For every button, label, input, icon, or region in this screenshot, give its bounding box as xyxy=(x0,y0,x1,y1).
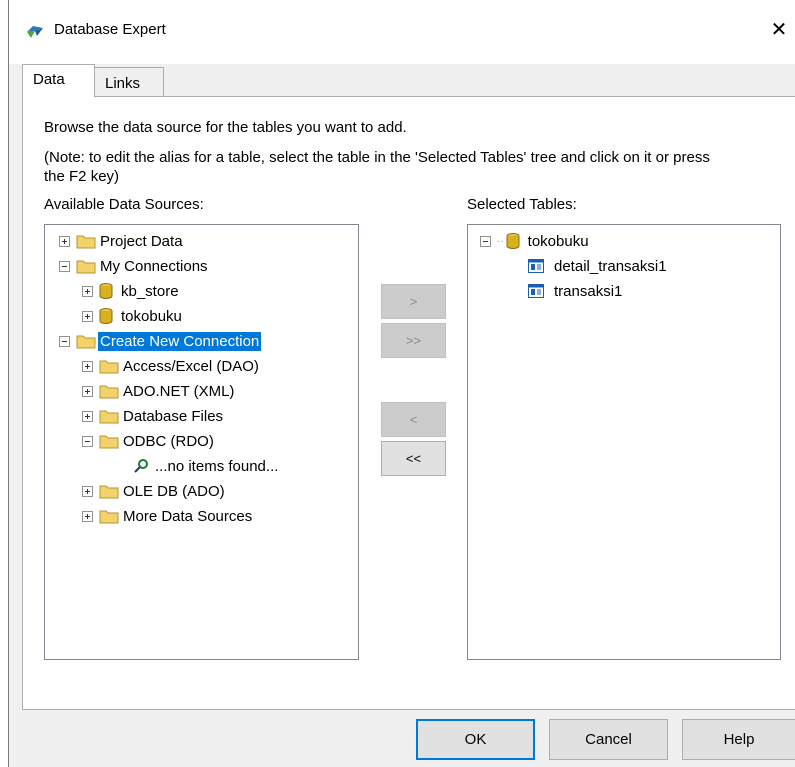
tree-item-label: My Connections xyxy=(100,257,208,275)
note-text-line2: the F2 key) xyxy=(44,168,120,185)
expand-icon[interactable] xyxy=(82,510,93,522)
tree-item-label: Database Files xyxy=(123,407,224,425)
folder-icon xyxy=(99,485,119,499)
tree-item-my-connections[interactable]: My Connections xyxy=(59,255,210,277)
tab-data[interactable]: Data xyxy=(22,64,95,97)
folder-icon xyxy=(99,385,119,399)
folder-icon xyxy=(99,410,119,424)
table-icon xyxy=(528,259,544,273)
add-table-button[interactable]: > xyxy=(381,284,446,319)
collapse-icon[interactable] xyxy=(82,435,93,447)
expand-icon[interactable] xyxy=(82,410,93,422)
expand-icon[interactable] xyxy=(82,385,93,397)
database-expert-window: Database Expert ✕ Data Links Browse the … xyxy=(8,0,795,767)
tree-item-label: tokobuku xyxy=(121,307,182,325)
window-title: Database Expert xyxy=(54,21,166,38)
tree-item-no-items[interactable]: ...no items found... xyxy=(133,455,280,477)
tree-item-ado-net[interactable]: ADO.NET (XML) xyxy=(82,380,236,402)
collapse-icon[interactable] xyxy=(480,235,491,247)
available-sources-tree[interactable]: Project Data My Connections kb_store tok… xyxy=(44,224,359,660)
tree-item-label-selected: Create New Connection xyxy=(98,331,262,351)
remove-all-tables-button[interactable]: << xyxy=(381,441,446,476)
tree-item-label: Project Data xyxy=(100,232,183,250)
folder-icon xyxy=(99,360,119,374)
tree-item-label: OLE DB (ADO) xyxy=(123,482,225,500)
tree-item-odbc[interactable]: ODBC (RDO) xyxy=(82,430,216,452)
tree-item-label: tokobuku xyxy=(527,232,589,250)
cancel-button[interactable]: Cancel xyxy=(549,719,668,760)
expand-icon[interactable] xyxy=(59,235,70,247)
tree-item-tokobuku-selected[interactable]: ·· tokobuku xyxy=(480,230,591,252)
database-icon xyxy=(506,233,520,249)
tree-item-ole-db[interactable]: OLE DB (ADO) xyxy=(82,480,227,502)
tree-item-transaksi1[interactable]: transaksi1 xyxy=(528,280,624,302)
data-tab-panel: Browse the data source for the tables yo… xyxy=(22,96,795,710)
tab-links[interactable]: Links xyxy=(94,67,164,97)
expand-icon[interactable] xyxy=(82,485,93,497)
instruction-text: Browse the data source for the tables yo… xyxy=(44,119,407,136)
collapse-icon[interactable] xyxy=(59,335,70,347)
database-icon xyxy=(99,283,113,299)
table-icon xyxy=(528,284,544,298)
available-sources-heading: Available Data Sources: xyxy=(44,196,204,213)
folder-icon xyxy=(99,510,119,524)
tree-connector: ·· xyxy=(497,235,504,247)
close-icon: ✕ xyxy=(770,19,788,41)
tree-item-label: More Data Sources xyxy=(123,507,253,525)
close-button[interactable]: ✕ xyxy=(762,12,795,48)
folder-icon xyxy=(76,335,96,349)
search-icon xyxy=(134,459,148,473)
folder-icon xyxy=(76,235,96,249)
tree-item-detail-transaksi1[interactable]: detail_transaksi1 xyxy=(528,255,669,277)
tree-item-project-data[interactable]: Project Data xyxy=(59,230,185,252)
tree-item-tokobuku[interactable]: tokobuku xyxy=(82,305,184,327)
tree-item-label: detail_transaksi1 xyxy=(554,257,667,275)
expand-icon[interactable] xyxy=(82,310,93,322)
folder-icon xyxy=(76,260,96,274)
tree-item-label: kb_store xyxy=(121,282,179,300)
tree-item-label: Access/Excel (DAO) xyxy=(123,357,259,375)
database-icon xyxy=(99,308,113,324)
help-button[interactable]: Help xyxy=(682,719,795,760)
add-all-tables-button[interactable]: >> xyxy=(381,323,446,358)
tree-item-label: ...no items found... xyxy=(155,457,279,475)
selected-tables-tree[interactable]: ·· tokobuku detail_transaksi1 transaksi1 xyxy=(467,224,781,660)
tree-item-database-files[interactable]: Database Files xyxy=(82,405,225,427)
note-text-line1: (Note: to edit the alias for a table, se… xyxy=(44,149,710,166)
tree-item-more-data-sources[interactable]: More Data Sources xyxy=(82,505,254,527)
tree-item-kb-store[interactable]: kb_store xyxy=(82,280,181,302)
tree-item-label: ODBC (RDO) xyxy=(123,432,214,450)
expand-icon[interactable] xyxy=(82,285,93,297)
tree-item-create-new-connection[interactable]: Create New Connection xyxy=(59,330,262,352)
folder-icon xyxy=(99,435,119,449)
tree-item-access-excel[interactable]: Access/Excel (DAO) xyxy=(82,355,261,377)
tree-item-label: ADO.NET (XML) xyxy=(123,382,235,400)
expand-icon[interactable] xyxy=(82,360,93,372)
title-bar[interactable]: Database Expert ✕ xyxy=(9,0,795,64)
crystal-reports-icon xyxy=(27,26,43,38)
remove-table-button[interactable]: < xyxy=(381,402,446,437)
selected-tables-heading: Selected Tables: xyxy=(467,196,577,213)
collapse-icon[interactable] xyxy=(59,260,70,272)
ok-button[interactable]: OK xyxy=(416,719,535,760)
tree-item-label: transaksi1 xyxy=(554,282,623,300)
